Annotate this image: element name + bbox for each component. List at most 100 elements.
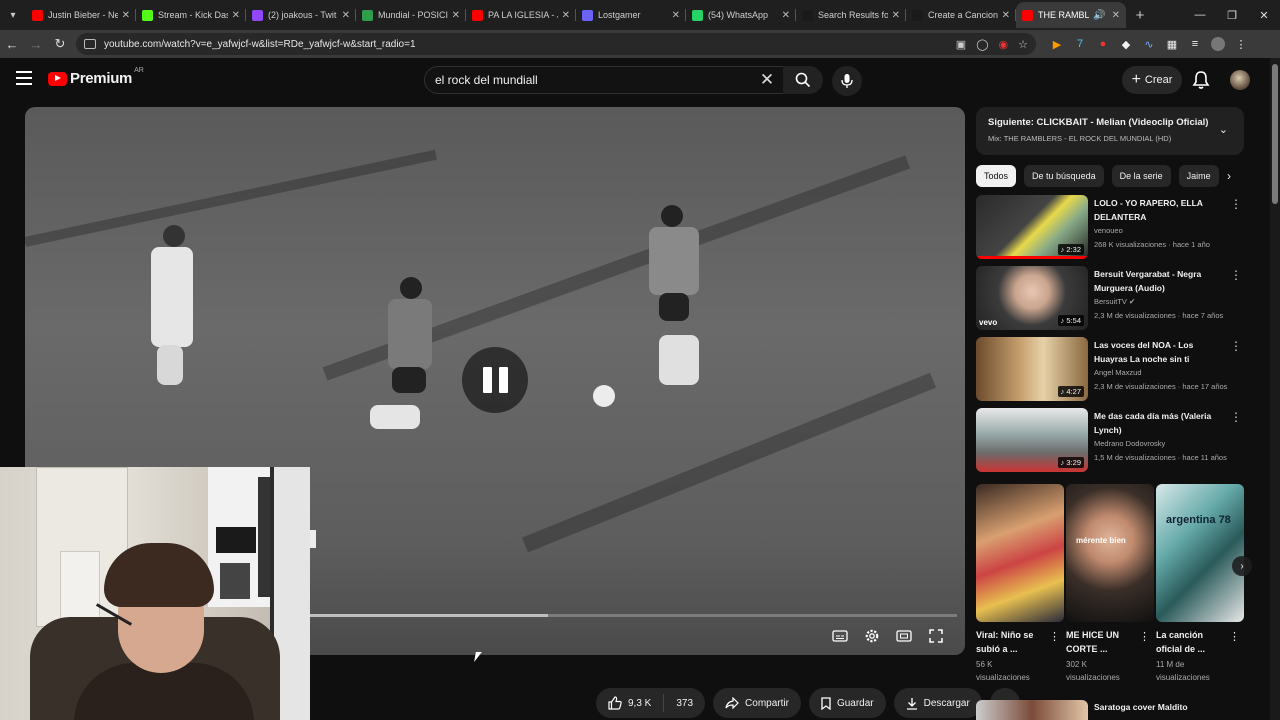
recommendation-item[interactable]: Saratoga cover Maldito xyxy=(976,700,1244,720)
site-info-icon[interactable] xyxy=(84,39,96,49)
short-thumbnail[interactable] xyxy=(976,484,1064,622)
recommendation-thumbnail[interactable]: ♪ 2:32 xyxy=(976,195,1088,259)
url-bar[interactable]: youtube.com/watch?v=e_yafwjcf-w&list=RDe… xyxy=(76,33,1036,55)
recommendation-thumbnail[interactable]: vevo ♪ 5:54 xyxy=(976,266,1088,330)
fullscreen-icon[interactable] xyxy=(927,627,945,645)
tab-search-chevron-icon[interactable]: ▾ xyxy=(0,0,26,30)
youtube-premium-logo[interactable]: Premium AR xyxy=(48,67,144,87)
extensions-puzzle-icon[interactable]: ▦ xyxy=(1165,37,1179,51)
subtitles-icon[interactable] xyxy=(831,627,849,645)
browser-tab[interactable]: Search Results fo ✕ xyxy=(796,2,906,28)
recommendation-channel[interactable]: BersuitTV ✔ xyxy=(1094,297,1135,306)
recommendation-title[interactable]: Me das cada día más (Valeria Lynch) xyxy=(1094,410,1224,437)
recommendation-item[interactable]: ♪ 4:27 Las voces del NOA - Los Huayras La… xyxy=(976,337,1244,401)
recommendation-thumbnail[interactable]: ♪ 3:29 xyxy=(976,408,1088,472)
filter-chip[interactable]: Jaime xyxy=(1178,165,1219,187)
more-options-icon[interactable]: ⋮ xyxy=(1229,630,1240,643)
extension-play-icon[interactable]: ▶ xyxy=(1050,37,1064,51)
recommendation-channel[interactable]: Angel Maxzud xyxy=(1094,368,1142,377)
extension-diamond-icon[interactable]: ◆ xyxy=(1119,37,1133,51)
tab-close-icon[interactable]: ✕ xyxy=(672,10,680,21)
more-options-icon[interactable]: ⋮ xyxy=(1230,339,1242,353)
browser-tab[interactable]: (2) joakous - Twit ✕ xyxy=(246,2,356,28)
settings-gear-icon[interactable] xyxy=(863,627,881,645)
tab-close-icon[interactable]: ✕ xyxy=(892,10,900,21)
recommendation-thumbnail[interactable]: ♪ 4:27 xyxy=(976,337,1088,401)
more-options-icon[interactable]: ⋮ xyxy=(1230,410,1242,424)
short-item[interactable]: Viral: Niño se subió a ... 56 K visualiza… xyxy=(976,484,1064,684)
browser-tab[interactable]: PA LA IGLESIA - J ✕ xyxy=(466,2,576,28)
browser-tab[interactable]: Mundial - POSICI ✕ xyxy=(356,2,466,28)
reading-list-icon[interactable]: ≡ xyxy=(1188,37,1202,51)
recommendation-title[interactable]: Las voces del NOA - Los Huayras La noche… xyxy=(1094,339,1224,366)
back-icon[interactable]: ← xyxy=(0,30,24,58)
hamburger-menu-icon[interactable] xyxy=(16,71,32,85)
forward-icon[interactable]: → xyxy=(24,30,48,58)
short-title[interactable]: ME HICE UN CORTE ... xyxy=(1066,628,1136,656)
restore-icon[interactable]: ❐ xyxy=(1216,0,1248,30)
short-title[interactable]: La canción oficial de ... xyxy=(1156,628,1226,656)
browser-tab[interactable]: (54) WhatsApp ✕ xyxy=(686,2,796,28)
theater-mode-icon[interactable] xyxy=(895,627,913,645)
filter-chip[interactable]: De tu búsqueda xyxy=(1024,165,1104,187)
tab-close-icon[interactable]: ✕ xyxy=(342,10,350,21)
extension-record-icon[interactable]: ● xyxy=(1096,37,1110,51)
tab-close-icon[interactable]: ✕ xyxy=(232,10,240,21)
pause-overlay-button[interactable] xyxy=(462,347,528,413)
search-button[interactable] xyxy=(783,66,823,94)
save-button[interactable]: Guardar xyxy=(808,688,886,718)
progress-bar[interactable] xyxy=(307,614,957,617)
browser-tab[interactable]: THE RAMBLERS🔊 ✕ xyxy=(1016,2,1126,28)
filter-chip[interactable]: Todos xyxy=(976,165,1017,187)
new-tab-button[interactable]: + xyxy=(1126,7,1154,24)
dislike-button[interactable]: 373 xyxy=(664,698,705,709)
create-button[interactable]: + Crear xyxy=(1122,66,1182,94)
extension-wave-icon[interactable]: ∿ xyxy=(1142,37,1156,51)
download-button[interactable]: Descargar xyxy=(893,688,982,718)
short-thumbnail[interactable]: argentina 78 xyxy=(1156,484,1244,622)
chips-next-icon[interactable]: › xyxy=(1220,165,1238,187)
bookmark-star-icon[interactable]: ☆ xyxy=(1018,38,1028,51)
close-window-icon[interactable]: ✕ xyxy=(1248,0,1280,30)
more-options-icon[interactable]: ⋮ xyxy=(1230,268,1242,282)
recommendation-channel[interactable]: Medrano Dodovrosky xyxy=(1094,439,1165,448)
recommendation-thumbnail[interactable] xyxy=(976,700,1088,720)
clear-search-icon[interactable]: ✕ xyxy=(751,70,783,90)
page-scrollbar-thumb[interactable] xyxy=(1272,64,1278,204)
more-options-icon[interactable]: ⋮ xyxy=(1139,630,1150,643)
account-avatar[interactable] xyxy=(1230,70,1250,90)
recommendation-channel[interactable]: venoueo xyxy=(1094,226,1123,235)
cast-icon[interactable]: ▣ xyxy=(956,38,966,51)
chevron-down-icon[interactable]: ⌄ xyxy=(1219,123,1228,136)
more-options-icon[interactable]: ⋮ xyxy=(1049,630,1060,643)
short-item[interactable]: argentina 78 La canción oficial de ... 11 … xyxy=(1156,484,1244,684)
filter-chip[interactable]: De la serie xyxy=(1111,165,1171,187)
recommendation-item[interactable]: ♪ 2:32 LOLO - YO RAPERO, ELLA DELANTERA ve… xyxy=(976,195,1244,259)
short-item[interactable]: mérente bien ME HICE UN CORTE ... 302 K vi… xyxy=(1066,484,1154,684)
browser-tab[interactable]: Justin Bieber - Ne ✕ xyxy=(26,2,136,28)
share-button[interactable]: Compartir xyxy=(713,688,801,718)
tab-close-icon[interactable]: ✕ xyxy=(452,10,460,21)
more-options-icon[interactable]: ⋮ xyxy=(1230,197,1242,211)
shorts-next-icon[interactable]: › xyxy=(1232,556,1252,576)
voice-search-button[interactable] xyxy=(832,66,862,96)
recommendation-item[interactable]: vevo ♪ 5:54 Bersuit Vergarabat - Negra Mur… xyxy=(976,266,1244,330)
tab-audio-icon[interactable]: 🔊 xyxy=(1093,10,1105,21)
browser-tab[interactable]: Stream - Kick Das ✕ xyxy=(136,2,246,28)
recommendation-title[interactable]: LOLO - YO RAPERO, ELLA DELANTERA xyxy=(1094,197,1224,224)
recommendation-title[interactable]: Bersuit Vergarabat - Negra Murguera (Aud… xyxy=(1094,268,1224,295)
short-thumbnail[interactable]: mérente bien xyxy=(1066,484,1154,622)
search-input[interactable]: el rock del mundiall ✕ xyxy=(424,66,784,94)
like-button[interactable]: 9,3 K xyxy=(596,694,665,712)
reload-icon[interactable]: ↻ xyxy=(48,30,72,58)
tab-close-icon[interactable]: ✕ xyxy=(1002,10,1010,21)
recommendation-title[interactable]: Saratoga cover Maldito xyxy=(1094,702,1188,712)
short-title[interactable]: Viral: Niño se subió a ... xyxy=(976,628,1046,656)
tab-close-icon[interactable]: ✕ xyxy=(122,10,130,21)
profile-avatar-icon[interactable] xyxy=(1211,37,1225,51)
tab-close-icon[interactable]: ✕ xyxy=(782,10,790,21)
extension-7tv-icon[interactable]: 7 xyxy=(1073,37,1087,51)
record-icon[interactable]: ◉ xyxy=(999,38,1009,51)
minimize-icon[interactable]: — xyxy=(1184,0,1216,30)
recommendation-item[interactable]: ♪ 3:29 Me das cada día más (Valeria Lynch… xyxy=(976,408,1244,472)
